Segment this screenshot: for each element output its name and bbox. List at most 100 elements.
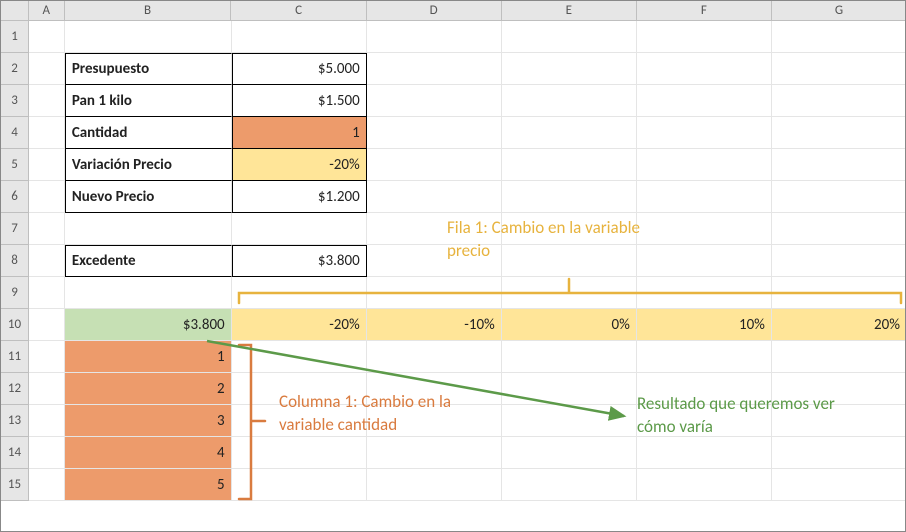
cell-B9[interactable] — [65, 277, 232, 309]
cell-E2[interactable] — [502, 53, 637, 85]
cell-F14[interactable] — [637, 437, 772, 469]
row-header-1[interactable]: 1 — [1, 21, 29, 53]
cell-B7[interactable] — [65, 213, 232, 245]
cell-D5[interactable] — [367, 149, 502, 181]
col-header-G[interactable]: G — [772, 1, 906, 21]
cell-F4[interactable] — [637, 117, 772, 149]
cell-E1[interactable] — [502, 21, 637, 53]
cell-A6[interactable] — [29, 181, 65, 213]
cell-C7[interactable] — [232, 213, 367, 245]
cell-E4[interactable] — [502, 117, 637, 149]
cell-G10-rowval-4[interactable]: 20% — [772, 309, 906, 341]
cell-C11[interactable] — [232, 341, 367, 373]
cell-B10-pivot[interactable]: $3.800 — [65, 309, 232, 341]
cell-C13[interactable] — [232, 405, 367, 437]
cell-D10-rowval-1[interactable]: -10% — [367, 309, 502, 341]
col-header-B[interactable]: B — [65, 1, 232, 21]
cell-E6[interactable] — [502, 181, 637, 213]
cell-C6-nuevo-value[interactable]: $1.200 — [232, 181, 367, 213]
cell-F5[interactable] — [637, 149, 772, 181]
cell-C14[interactable] — [232, 437, 367, 469]
cell-G9[interactable] — [772, 277, 906, 309]
cell-D9[interactable] — [367, 277, 502, 309]
cell-B3-pan-label[interactable]: Pan 1 kilo — [65, 85, 232, 117]
cell-E3[interactable] — [502, 85, 637, 117]
cell-C10-rowval-0[interactable]: -20% — [232, 309, 367, 341]
cell-D3[interactable] — [367, 85, 502, 117]
col-header-E[interactable]: E — [502, 1, 637, 21]
cell-B6-nuevo-label[interactable]: Nuevo Precio — [65, 181, 232, 213]
cell-F11[interactable] — [637, 341, 772, 373]
row-header-3[interactable]: 3 — [1, 85, 29, 117]
col-header-F[interactable]: F — [637, 1, 772, 21]
row-header-6[interactable]: 6 — [1, 181, 29, 213]
cell-F9[interactable] — [637, 277, 772, 309]
cell-C9[interactable] — [232, 277, 367, 309]
cell-G12[interactable] — [772, 373, 906, 405]
cell-G11[interactable] — [772, 341, 906, 373]
cell-G3[interactable] — [772, 85, 906, 117]
cell-C4-cantidad-value[interactable]: 1 — [232, 117, 367, 149]
cell-A9[interactable] — [29, 277, 65, 309]
cell-E9[interactable] — [502, 277, 637, 309]
cell-D12[interactable] — [367, 373, 502, 405]
cell-F10-rowval-3[interactable]: 10% — [637, 309, 772, 341]
cell-A10[interactable] — [29, 309, 65, 341]
row-header-15[interactable]: 15 — [1, 469, 29, 501]
cell-D7[interactable] — [367, 213, 502, 245]
cell-E10-rowval-2[interactable]: 0% — [502, 309, 637, 341]
cell-D6[interactable] — [367, 181, 502, 213]
cell-A13[interactable] — [29, 405, 65, 437]
cell-A15[interactable] — [29, 469, 65, 501]
cell-B13-colval-2[interactable]: 3 — [65, 405, 232, 437]
row-header-5[interactable]: 5 — [1, 149, 29, 181]
cell-C3-pan-value[interactable]: $1.500 — [232, 85, 367, 117]
cell-D4[interactable] — [367, 117, 502, 149]
cell-D1[interactable] — [367, 21, 502, 53]
cell-D8[interactable] — [367, 245, 502, 277]
cell-F1[interactable] — [637, 21, 772, 53]
cell-A14[interactable] — [29, 437, 65, 469]
cell-A7[interactable] — [29, 213, 65, 245]
cell-G14[interactable] — [772, 437, 906, 469]
row-header-8[interactable]: 8 — [1, 245, 29, 277]
cell-F15[interactable] — [637, 469, 772, 501]
cell-F8[interactable] — [637, 245, 772, 277]
row-header-12[interactable]: 12 — [1, 373, 29, 405]
row-header-4[interactable]: 4 — [1, 117, 29, 149]
cell-B11-colval-0[interactable]: 1 — [65, 341, 232, 373]
cell-F7[interactable] — [637, 213, 772, 245]
col-header-D[interactable]: D — [367, 1, 502, 21]
row-header-11[interactable]: 11 — [1, 341, 29, 373]
col-header-C[interactable]: C — [231, 1, 366, 21]
cell-D11[interactable] — [367, 341, 502, 373]
cell-C8-excedente-value[interactable]: $3.800 — [232, 245, 367, 277]
cell-B2-presupuesto-label[interactable]: Presupuesto — [65, 53, 232, 85]
cell-G1[interactable] — [772, 21, 906, 53]
cell-D2[interactable] — [367, 53, 502, 85]
cell-A12[interactable] — [29, 373, 65, 405]
cell-B12-colval-1[interactable]: 2 — [65, 373, 232, 405]
cell-A5[interactable] — [29, 149, 65, 181]
cell-B1[interactable] — [65, 21, 232, 53]
cell-E5[interactable] — [502, 149, 637, 181]
col-header-A[interactable]: A — [29, 1, 65, 21]
row-header-14[interactable]: 14 — [1, 437, 29, 469]
select-all-corner[interactable] — [1, 1, 29, 21]
cell-G7[interactable] — [772, 213, 906, 245]
row-header-9[interactable]: 9 — [1, 277, 29, 309]
cell-G13[interactable] — [772, 405, 906, 437]
cell-A8[interactable] — [29, 245, 65, 277]
cell-E13[interactable] — [502, 405, 637, 437]
cell-E11[interactable] — [502, 341, 637, 373]
cell-D13[interactable] — [367, 405, 502, 437]
cell-D14[interactable] — [367, 437, 502, 469]
cell-G8[interactable] — [772, 245, 906, 277]
cell-D15[interactable] — [367, 469, 502, 501]
row-header-13[interactable]: 13 — [1, 405, 29, 437]
cell-G15[interactable] — [772, 469, 906, 501]
cell-B5-variacion-label[interactable]: Variación Precio — [65, 149, 232, 181]
cell-F13[interactable] — [637, 405, 772, 437]
cell-F3[interactable] — [637, 85, 772, 117]
cell-B4-cantidad-label[interactable]: Cantidad — [65, 117, 232, 149]
